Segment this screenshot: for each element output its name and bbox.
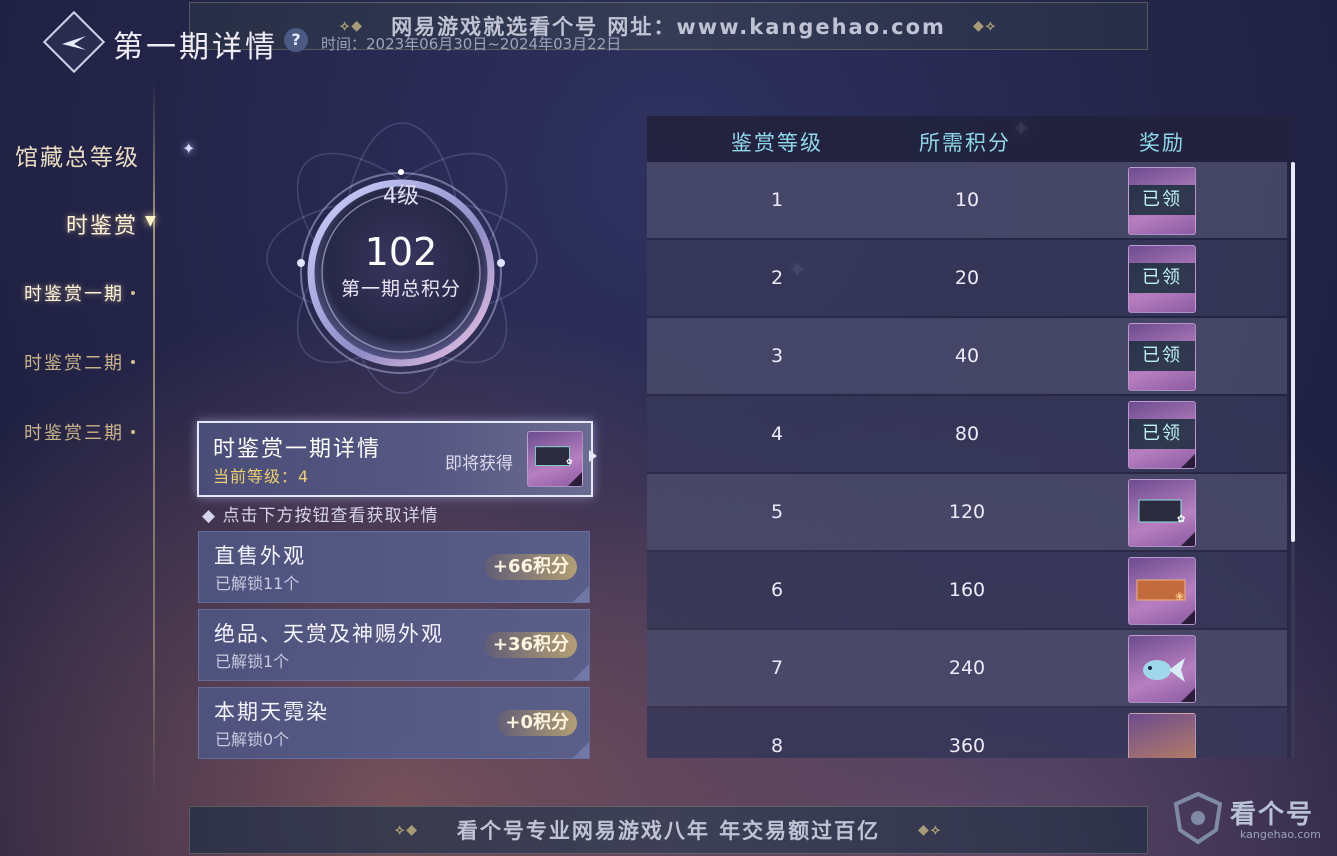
row-points: 10	[954, 189, 980, 211]
reward-item[interactable]	[1128, 635, 1196, 703]
table-scrollbar[interactable]	[1291, 162, 1295, 758]
watermark-text: 看个号专业网易游戏八年 年交易额过百亿	[456, 819, 881, 843]
frame-icon: ✿	[534, 446, 572, 466]
header-reward: 奖励	[1139, 131, 1185, 155]
row-level: 7	[770, 657, 784, 679]
category-row-premium[interactable]: 绝品、天赏及神赐外观 已解锁1个 +36积分	[198, 609, 590, 681]
upcoming-reward-label: 即将获得	[445, 454, 513, 474]
reward-item[interactable]: 已领	[1128, 401, 1196, 469]
sidebar-group-shijianshang[interactable]: 时鉴赏	[66, 208, 138, 240]
row-points: 360	[948, 735, 986, 757]
page-title: 第一期详情	[113, 30, 278, 65]
reward-item[interactable]: 已领	[1128, 323, 1196, 391]
row-points: 240	[948, 657, 986, 679]
row-points: 20	[954, 267, 980, 289]
score-ring: 4级 102 第一期总积分	[296, 168, 506, 378]
category-points: +36积分	[484, 632, 577, 658]
table-row: 1 10 已领	[647, 162, 1287, 238]
category-points: +66积分	[484, 554, 577, 580]
sidebar-dot	[131, 430, 135, 434]
sidebar-item-total-level[interactable]: 馆藏总等级	[15, 138, 140, 172]
row-points: 40	[954, 345, 980, 367]
ornament-icon: ⟡◆	[340, 18, 365, 34]
table-row: 7 240	[647, 630, 1287, 706]
scrollbar-thumb[interactable]	[1291, 162, 1295, 542]
category-name: 本期天霓染	[214, 700, 329, 724]
detail-card-title: 时鉴赏一期详情	[213, 437, 382, 462]
score-level: 4级	[383, 184, 419, 209]
table-row: 8 360	[647, 708, 1287, 758]
category-unlocked: 已解锁11个	[215, 574, 300, 593]
table-row: 4 80 已领	[647, 396, 1287, 472]
category-points: +0积分	[497, 710, 577, 736]
reward-item[interactable]: ❀	[1128, 557, 1196, 625]
date-range: 时间：2023年06月30日~2024年03月22日	[321, 35, 622, 53]
reward-item[interactable]: 已领	[1128, 245, 1196, 313]
row-level: 6	[770, 579, 784, 601]
row-points: 80	[954, 423, 980, 445]
sidebar-dot	[131, 291, 135, 295]
row-points: 120	[948, 501, 986, 523]
claimed-label: 已领	[1129, 263, 1195, 293]
table-row: 6 160 ❀	[647, 552, 1287, 628]
claimed-label: 已领	[1129, 341, 1195, 371]
row-level: 4	[770, 423, 784, 445]
row-level: 5	[770, 501, 784, 523]
period-detail-card[interactable]: 时鉴赏一期详情 当前等级：4 即将获得 ✿	[197, 421, 593, 497]
score-label: 第一期总积分	[340, 278, 461, 300]
reward-item[interactable]: 已领	[1128, 167, 1196, 235]
shield-logo-icon	[1173, 791, 1223, 845]
svg-text:✿: ✿	[566, 457, 572, 466]
brand-logo: 看个号 kangehao.com	[1170, 790, 1321, 850]
svg-text:❀: ❀	[1175, 590, 1184, 603]
row-level: 3	[770, 345, 784, 367]
pointer-icon	[589, 450, 597, 462]
sparkle-icon: ✦	[182, 139, 196, 158]
frame-icon: ✿	[1138, 499, 1185, 525]
category-unlocked: 已解锁1个	[215, 652, 290, 671]
ornament-icon: ◆⟡	[972, 18, 997, 34]
brand-url: kangehao.com	[1240, 828, 1321, 841]
sidebar-dot	[131, 360, 135, 364]
brand-name: 看个号	[1230, 800, 1315, 830]
row-level: 2	[770, 267, 784, 289]
sidebar-divider	[153, 80, 155, 800]
reward-item[interactable]: ✿	[1128, 479, 1196, 547]
score-total: 102	[364, 230, 438, 274]
sidebar-item-period-2[interactable]: 时鉴赏二期	[24, 349, 124, 375]
claimed-label: 已领	[1129, 185, 1195, 215]
current-level: 当前等级：4	[213, 467, 310, 486]
hint-text: ◆ 点击下方按钮查看获取详情	[202, 506, 439, 526]
upcoming-reward-thumbnail[interactable]: ✿	[527, 431, 583, 487]
row-level: 1	[770, 189, 784, 211]
category-row-dye[interactable]: 本期天霓染 已解锁0个 +0积分	[198, 687, 590, 759]
category-name: 直售外观	[214, 544, 306, 568]
back-button[interactable]	[42, 10, 106, 74]
category-name: 绝品、天赏及神赐外观	[214, 622, 444, 646]
question-icon[interactable]: ?	[284, 28, 308, 52]
ornament-icon: ◆⟡	[917, 822, 942, 838]
reward-table: 鉴赏等级 所需积分 奖励 1 10 已领 2 20 已领 3 40 已领 4 8…	[647, 116, 1294, 758]
row-level: 8	[770, 735, 784, 757]
category-unlocked: 已解锁0个	[215, 730, 290, 749]
sidebar-item-period-1[interactable]: 时鉴赏一期	[24, 280, 124, 306]
header-points: 所需积分	[919, 131, 1011, 155]
table-row: 2 20 已领	[647, 240, 1287, 316]
scroll-frame-icon: ❀	[1136, 579, 1186, 603]
header-level: 鉴赏等级	[731, 131, 823, 155]
chevron-down-icon: ▼	[145, 213, 156, 229]
back-arrow-icon	[62, 36, 86, 50]
table-header: 鉴赏等级 所需积分 奖励	[647, 116, 1294, 162]
table-row: 3 40 已领	[647, 318, 1287, 394]
row-points: 160	[948, 579, 986, 601]
claimed-label: 已领	[1129, 419, 1195, 449]
category-row-direct-sale[interactable]: 直售外观 已解锁11个 +66积分	[198, 531, 590, 603]
sidebar-item-period-3[interactable]: 时鉴赏三期	[24, 419, 124, 445]
watermark-banner-bottom: ⟡◆ 看个号专业网易游戏八年 年交易额过百亿 ◆⟡	[189, 806, 1148, 854]
table-row: 5 120 ✿	[647, 474, 1287, 550]
fish-pet-icon	[1143, 658, 1185, 682]
reward-item[interactable]	[1128, 713, 1196, 758]
svg-text:✿: ✿	[1177, 514, 1185, 525]
ornament-icon: ⟡◆	[395, 822, 420, 838]
